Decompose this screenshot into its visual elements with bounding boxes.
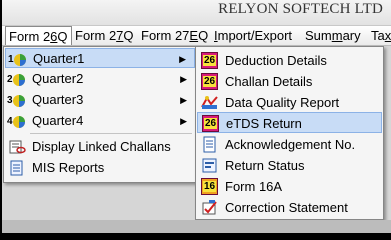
menu-item-label: Correction Statement <box>225 200 348 215</box>
menu-form-27eq[interactable]: Form 27EQ <box>138 26 211 45</box>
menu-item-label: Return Status <box>225 158 305 173</box>
menu-item-label: Acknowledgement No. <box>225 137 356 152</box>
menu-item-data-quality-report[interactable]: Data Quality Report <box>197 92 382 113</box>
menu-item-label: MIS Reports <box>32 160 105 175</box>
menu-bar: Form 26Q Form 27Q Form 27EQ Import/Expor… <box>2 26 391 46</box>
menu-item-label: Quarter1 <box>33 51 85 66</box>
submenu-arrow-icon: ▶ <box>180 95 187 105</box>
menu-item-challan-details[interactable]: 26 Challan Details <box>197 71 382 92</box>
menu-form-27q[interactable]: Form 27Q <box>72 26 137 45</box>
window-bottom-edge <box>2 220 391 233</box>
menu-item-label: Challan Details <box>225 74 313 89</box>
menu-item-label: Form 16A <box>225 179 283 194</box>
menu-item-label: Data Quality Report <box>225 95 340 110</box>
menu-item-acknowledgement-no[interactable]: Acknowledgement No. <box>197 134 382 155</box>
brand-name: RELYON SOFTECH LTD <box>218 1 383 17</box>
correction-icon <box>201 199 218 216</box>
menu-item-quarter3[interactable]: 3 Quarter3 ▶ <box>5 90 195 110</box>
menu-item-mis-reports[interactable]: MIS Reports <box>5 158 195 178</box>
menu-summary[interactable]: Summary <box>302 26 364 45</box>
menu-tax[interactable]: Tax <box>368 26 391 45</box>
menu-separator <box>30 133 192 134</box>
menu-import-export[interactable]: Import/Export <box>211 26 295 45</box>
menu-item-deduction-details[interactable]: 26 Deduction Details <box>197 50 382 71</box>
report-icon <box>7 160 27 176</box>
linked-challans-icon <box>7 139 27 155</box>
menu-item-label: Quarter3 <box>32 92 84 107</box>
menu-item-quarter4[interactable]: 4 Quarter4 ▶ <box>5 111 195 131</box>
form-16a-icon: 16 <box>201 178 218 195</box>
title-bar: RELYON SOFTECH LTD <box>2 0 391 26</box>
menu-item-label: Quarter4 <box>32 113 84 128</box>
menu-item-correction-statement[interactable]: Correction Statement <box>197 197 382 218</box>
form-26-icon: 26 <box>201 73 218 90</box>
form-26-icon: 26 <box>202 115 219 132</box>
quarter1-submenu: 26 Deduction Details 26 Challan Details … <box>195 46 384 220</box>
form-26-icon: 26 <box>201 52 218 69</box>
menu-item-quarter1[interactable]: 1 Quarter1 ▶ <box>5 48 195 68</box>
quarter-pie-icon: 4 <box>7 113 27 129</box>
submenu-arrow-icon: ▶ <box>180 74 187 84</box>
menu-item-form-16a[interactable]: 16 Form 16A <box>197 176 382 197</box>
acknowledgement-icon <box>201 136 218 153</box>
menu-item-return-status[interactable]: Return Status <box>197 155 382 176</box>
data-quality-icon <box>201 94 218 111</box>
menu-item-quarter2[interactable]: 2 Quarter2 ▶ <box>5 69 195 89</box>
quarter-pie-icon: 1 <box>8 51 28 67</box>
submenu-arrow-icon: ▶ <box>179 54 186 64</box>
return-status-icon <box>201 157 218 174</box>
menu-item-etds-return[interactable]: 26 eTDS Return <box>197 112 382 133</box>
quarter-pie-icon: 2 <box>7 71 27 87</box>
submenu-arrow-icon: ▶ <box>180 116 187 126</box>
menu-item-label: Quarter2 <box>32 71 84 86</box>
menu-item-display-linked-challans[interactable]: Display Linked Challans <box>5 137 195 157</box>
menu-form-26q[interactable]: Form 26Q <box>5 26 72 45</box>
menu-item-label: Display Linked Challans <box>32 139 171 154</box>
quarter-pie-icon: 3 <box>7 92 27 108</box>
form-26q-dropdown: 1 Quarter1 ▶ 2 Quarter2 ▶ 3 Quarter3 ▶ 4… <box>3 46 197 183</box>
menu-item-label: Deduction Details <box>225 53 327 68</box>
menu-item-label: eTDS Return <box>226 116 302 131</box>
